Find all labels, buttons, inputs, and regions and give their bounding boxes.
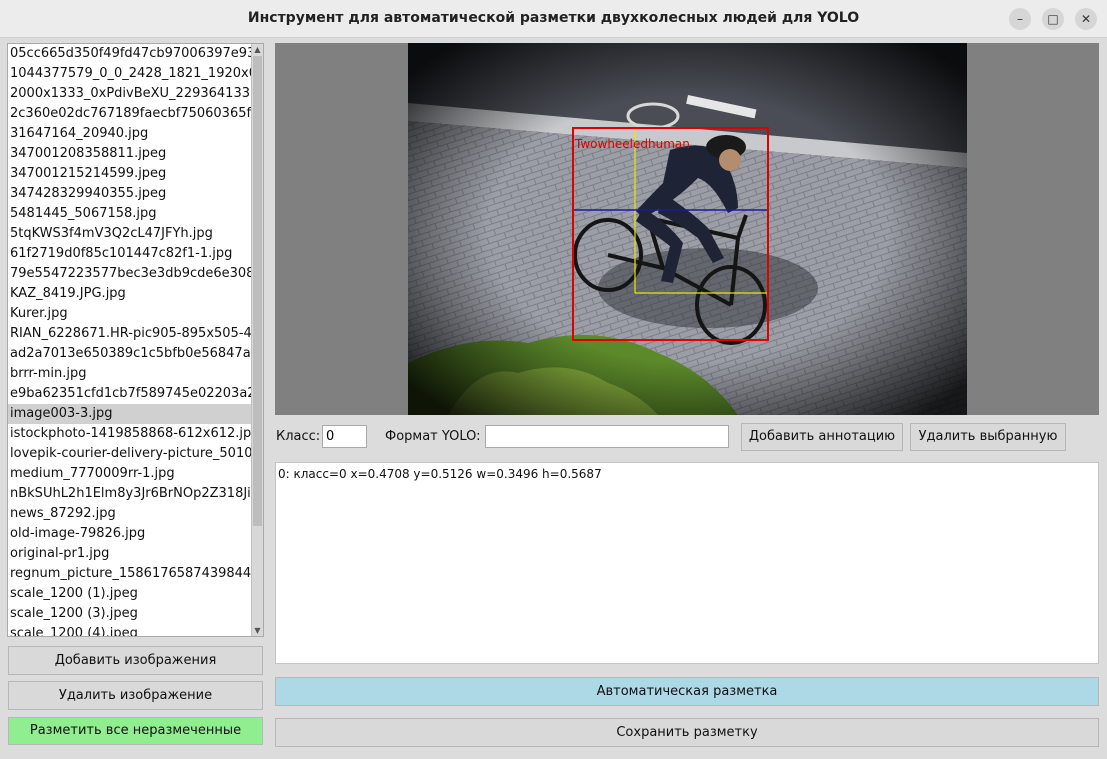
file-list-item[interactable]: scale_1200 (4).jpeg xyxy=(8,624,251,636)
file-list-item[interactable]: e9ba62351cfd1cb7f589745e02203a2c xyxy=(8,384,251,404)
file-list-item[interactable]: nBkSUhL2h1Elm8y3Jr6BrNOp2Z318Ji-r xyxy=(8,484,251,504)
minimize-icon[interactable]: – xyxy=(1009,8,1031,30)
file-list-item[interactable]: 5tqKWS3f4mV3Q2cL47JFYh.jpg xyxy=(8,224,251,244)
save-annotations-button[interactable]: Сохранить разметку xyxy=(275,718,1099,747)
file-list-item[interactable]: scale_1200 (3).jpeg xyxy=(8,604,251,624)
title-bar: Инструмент для автоматической разметки д… xyxy=(0,0,1107,38)
add-images-button[interactable]: Добавить изображения xyxy=(8,646,263,675)
image-preview[interactable]: Twowheeledhuman xyxy=(408,43,967,415)
file-list-item[interactable]: image003-3.jpg xyxy=(8,404,251,424)
close-icon[interactable]: ✕ xyxy=(1075,8,1097,30)
file-list-item[interactable]: 1044377579_0_0_2428_1821_1920x0_ xyxy=(8,64,251,84)
file-list-item[interactable]: Kurer.jpg xyxy=(8,304,251,324)
file-list-item[interactable]: old-image-79826.jpg xyxy=(8,524,251,544)
yolo-format-input[interactable] xyxy=(485,425,729,448)
image-file-list[interactable]: 05cc665d350f49fd47cb97006397e932 10443775… xyxy=(7,43,264,637)
file-list-item[interactable]: regnum_picture_15861765874398441 xyxy=(8,564,251,584)
bbox-class-label: Twowheeledhuman xyxy=(574,137,690,151)
file-list-item[interactable]: 347001215214599.jpeg xyxy=(8,164,251,184)
file-list-item[interactable]: 79e5547223577bec3e3db9cde6e308e xyxy=(8,264,251,284)
add-annotation-button[interactable]: Добавить аннотацию xyxy=(741,423,903,451)
remove-image-button[interactable]: Удалить изображение xyxy=(8,681,263,710)
class-label: Класс: xyxy=(276,429,321,444)
scroll-up-icon[interactable]: ▲ xyxy=(252,44,263,55)
auto-label-button[interactable]: Автоматическая разметка xyxy=(275,677,1099,706)
file-list-item[interactable]: RIAN_6228671.HR-pic905-895x505-44 xyxy=(8,324,251,344)
file-list-item[interactable]: brrr-min.jpg xyxy=(8,364,251,384)
file-list-item[interactable]: ad2a7013e650389c1c5bfb0e56847a85 xyxy=(8,344,251,364)
file-list-item[interactable]: scale_1200 (1).jpeg xyxy=(8,584,251,604)
file-list-item[interactable]: 2c360e02dc767189faecbf75060365f4 xyxy=(8,104,251,124)
scrollbar-thumb[interactable] xyxy=(253,56,262,526)
label-all-unlabeled-button[interactable]: Разметить все неразмеченные xyxy=(8,717,263,745)
file-list-item[interactable]: medium_7770009rr-1.jpg xyxy=(8,464,251,484)
file-list-item[interactable]: KAZ_8419.JPG.jpg xyxy=(8,284,251,304)
file-list-item[interactable]: istockphoto-1419858868-612x612.jpg xyxy=(8,424,251,444)
maximize-icon[interactable]: □ xyxy=(1042,8,1064,30)
file-list-item[interactable]: news_87292.jpg xyxy=(8,504,251,524)
file-list-scrollbar[interactable]: ▲ ▼ xyxy=(251,44,263,636)
class-input[interactable] xyxy=(322,425,367,448)
delete-selected-button[interactable]: Удалить выбранную xyxy=(910,423,1066,451)
file-list-item[interactable]: lovepik-courier-delivery-picture_50104 xyxy=(8,444,251,464)
file-list-item[interactable]: 05cc665d350f49fd47cb97006397e932 xyxy=(8,44,251,64)
file-list-item[interactable]: 347001208358811.jpeg xyxy=(8,144,251,164)
file-list-item[interactable]: 31647164_20940.jpg xyxy=(8,124,251,144)
annotation-list[interactable]: 0: класс=0 x=0.4708 y=0.5126 w=0.3496 h=… xyxy=(275,462,1099,664)
file-list-item[interactable]: 347428329940355.jpeg xyxy=(8,184,251,204)
yolo-format-label: Формат YOLO: xyxy=(385,429,481,444)
file-list-item[interactable]: 5481445_5067158.jpg xyxy=(8,204,251,224)
file-list-item[interactable]: 61f2719d0f85c101447c82f1-1.jpg xyxy=(8,244,251,264)
window-title: Инструмент для автоматической разметки д… xyxy=(247,10,860,26)
scroll-down-icon[interactable]: ▼ xyxy=(252,625,263,636)
file-list-item[interactable]: original-pr1.jpg xyxy=(8,544,251,564)
file-list-item[interactable]: 2000x1333_0xPdivBeXU_2293641333 xyxy=(8,84,251,104)
annotation-item[interactable]: 0: класс=0 x=0.4708 y=0.5126 w=0.3496 h=… xyxy=(278,467,1096,481)
